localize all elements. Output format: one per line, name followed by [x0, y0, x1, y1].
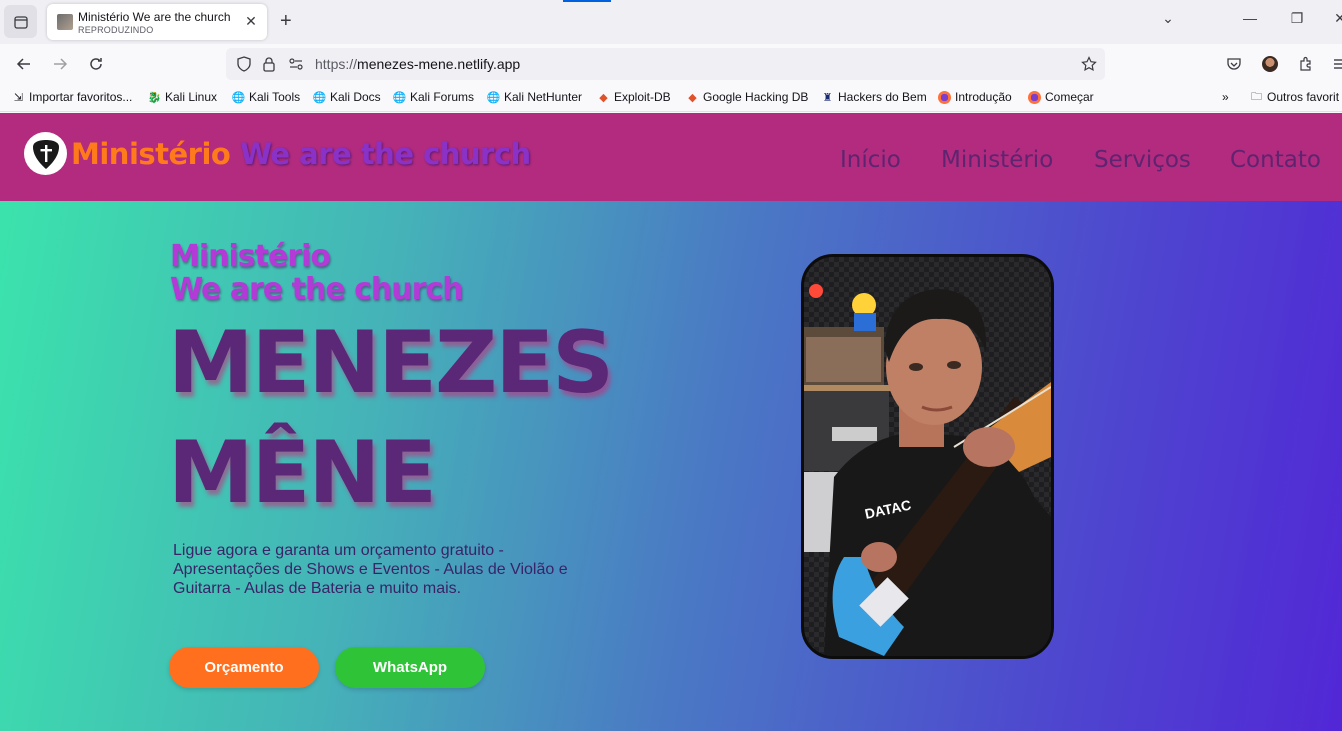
globe-icon: 🌐: [392, 91, 407, 104]
menu-ministerio[interactable]: Ministério: [941, 147, 1053, 173]
bookmark-label: Kali Linux: [165, 90, 218, 104]
tab-favicon: [57, 14, 73, 30]
bookmark-label: Google Hacking DB: [703, 90, 809, 104]
bookmark-exploit-db[interactable]: ◆ Exploit-DB: [597, 90, 671, 104]
bookmark-kali-tools[interactable]: 🌐 Kali Tools: [232, 90, 300, 104]
other-bookmarks-folder[interactable]: 🗀 Outros favorit: [1250, 90, 1339, 104]
bookmark-google-hacking-db[interactable]: ◆ Google Hacking DB: [686, 90, 808, 104]
tab-title: Ministério We are the church: [78, 10, 231, 24]
bookmark-label: Hackers do Bem: [838, 90, 927, 104]
restore-window-button[interactable]: ❐: [1285, 10, 1309, 27]
bookmark-star-icon[interactable]: [1077, 52, 1101, 76]
tracking-shield-icon[interactable]: [232, 52, 256, 76]
tab-playing-label: REPRODUZINDO: [78, 25, 154, 35]
bookmark-label: Kali Forums: [410, 90, 475, 104]
forward-arrow-icon[interactable]: [48, 52, 72, 76]
menu-inicio[interactable]: Início: [840, 147, 901, 173]
bookmark-kali-docs[interactable]: 🌐 Kali Docs: [313, 90, 381, 104]
url-text[interactable]: https://menezes-mene.netlify.app: [315, 56, 520, 72]
firefox-icon: [1028, 90, 1041, 104]
list-all-tabs-chevron-icon[interactable]: ⌄: [1156, 10, 1180, 27]
menu-servicos[interactable]: Serviços: [1094, 147, 1191, 173]
tab-close-icon[interactable]: ✕: [243, 13, 259, 29]
hero-name-menezes: MENEZES: [168, 313, 614, 413]
bookmark-label: Kali NetHunter: [504, 90, 583, 104]
more-bookmarks-chevron-icon[interactable]: »: [1222, 90, 1229, 104]
hero-description: Ligue agora e garanta um orçamento gratu…: [173, 542, 568, 597]
lock-icon[interactable]: [257, 52, 281, 76]
tab-list-button[interactable]: [4, 5, 37, 38]
site-brand[interactable]: Ministério We are the church: [71, 137, 531, 171]
site-permissions-icon[interactable]: [284, 52, 308, 76]
minimize-window-button[interactable]: —: [1238, 10, 1262, 26]
close-window-button[interactable]: ✕: [1328, 10, 1342, 27]
whatsapp-button[interactable]: WhatsApp: [335, 647, 485, 688]
guitar-pick-cross-icon: [32, 139, 59, 169]
new-tab-button[interactable]: +: [280, 10, 292, 32]
url-protocol: https://: [315, 56, 358, 72]
browser-nav-bar: https://menezes-mene.netlify.app: [0, 44, 1342, 84]
musician-photo: DATAC: [801, 254, 1054, 659]
hackers-icon: ♜: [822, 91, 833, 104]
globe-icon: 🌐: [312, 91, 327, 104]
bookmark-hackers-do-bem[interactable]: ♜ Hackers do Bem: [821, 90, 927, 104]
other-bookmarks-label: Outros favorit: [1267, 90, 1340, 104]
bookmark-kali-forums[interactable]: 🌐 Kali Forums: [393, 90, 474, 104]
browser-tab-bar: Ministério We are the church REPRODUZIND…: [0, 0, 1342, 44]
account-avatar-icon[interactable]: [1258, 52, 1282, 76]
hero-subtitle-ministerio: Ministério: [170, 239, 331, 274]
folder-icon: 🗀: [1251, 90, 1262, 103]
bookmarks-bar: ⇲ Importar favoritos... 🐉 Kali Linux 🌐 Kali…: [0, 84, 1342, 112]
globe-icon: 🌐: [231, 91, 246, 104]
brand-ministerio: Ministério: [71, 137, 231, 171]
address-bar[interactable]: https://menezes-mene.netlify.app: [226, 48, 1105, 80]
app-menu-icon[interactable]: [1328, 52, 1342, 76]
exploitdb-icon: ◆: [599, 91, 608, 104]
musician-with-guitar-illustration: DATAC: [804, 257, 1051, 656]
bookmark-import[interactable]: ⇲ Importar favoritos...: [12, 90, 132, 104]
hero-section: Ministério We are the church MENEZES MÊN…: [0, 201, 1342, 731]
bookmark-label: Introdução: [955, 90, 1012, 104]
tab-accent-line: [563, 0, 611, 2]
hero-name-mene: MÊNE: [168, 423, 437, 523]
site-header: Ministério We are the church Início Mini…: [0, 113, 1342, 201]
bookmark-label: Kali Docs: [330, 90, 381, 104]
bookmark-comecar[interactable]: Começar: [1028, 90, 1094, 104]
extensions-puzzle-icon[interactable]: [1294, 52, 1318, 76]
tab-list-icon: [13, 15, 28, 29]
exploitdb-icon: ◆: [688, 91, 697, 104]
kali-icon: 🐉: [147, 91, 162, 104]
pocket-icon[interactable]: [1222, 52, 1246, 76]
bookmark-label: Importar favoritos...: [29, 90, 133, 104]
hero-subtitle-church: We are the church: [170, 272, 464, 307]
globe-icon: 🌐: [486, 91, 501, 104]
bookmark-label: Kali Tools: [249, 90, 301, 104]
url-host: menezes-mene.netlify.app: [357, 56, 521, 72]
bookmark-label: Começar: [1045, 90, 1094, 104]
firefox-icon: [938, 90, 951, 104]
import-icon: ⇲: [13, 91, 24, 104]
active-tab[interactable]: Ministério We are the church REPRODUZIND…: [47, 4, 267, 40]
back-arrow-icon[interactable]: [12, 52, 36, 76]
site-logo[interactable]: [24, 132, 67, 175]
bookmark-kali-linux[interactable]: 🐉 Kali Linux: [148, 90, 217, 104]
bookmark-introducao[interactable]: Introdução: [938, 90, 1012, 104]
quote-button[interactable]: Orçamento: [169, 647, 319, 688]
bookmark-label: Exploit-DB: [614, 90, 671, 104]
reload-icon[interactable]: [84, 52, 108, 76]
menu-contato[interactable]: Contato: [1230, 147, 1321, 173]
brand-church: We are the church: [239, 137, 531, 171]
bookmark-kali-nethunter[interactable]: 🌐 Kali NetHunter: [487, 90, 582, 104]
